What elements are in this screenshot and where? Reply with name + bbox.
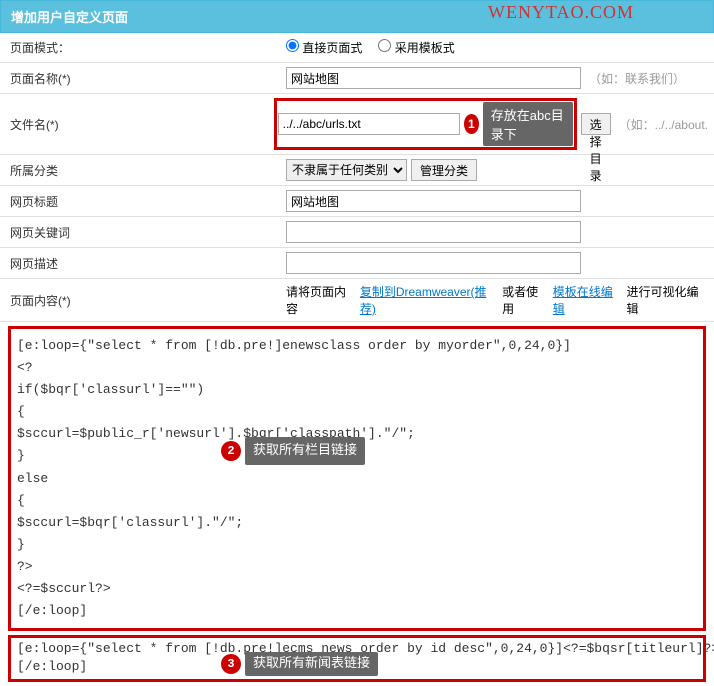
callout-3-num: 3 bbox=[221, 654, 241, 674]
label-title: 网页标题 bbox=[0, 189, 280, 214]
label-keywords: 网页关键词 bbox=[0, 220, 280, 245]
row-keywords: 网页关键词 bbox=[0, 217, 714, 248]
label-filename: 文件名(*) bbox=[0, 112, 268, 137]
row-title: 网页标题 bbox=[0, 186, 714, 217]
callout-1-text: 存放在abc目录下 bbox=[483, 102, 573, 146]
callout-1-num: 1 bbox=[464, 114, 479, 134]
content-text-1: 请将页面内容 bbox=[286, 283, 356, 317]
input-filename[interactable] bbox=[278, 113, 460, 135]
btn-manage-category[interactable]: 管理分类 bbox=[411, 159, 477, 181]
content-text-3: 进行可视化编辑 bbox=[627, 283, 708, 317]
code-block-2[interactable]: [e:loop={"select * from [!db.pre!]ecms_n… bbox=[8, 635, 706, 681]
row-page-mode: 页面模式： 直接页面式 采用模板式 bbox=[0, 33, 714, 63]
btn-choose-dir[interactable]: 选择目录 bbox=[581, 113, 611, 135]
input-page-name[interactable] bbox=[286, 67, 581, 89]
row-content: 页面内容(*) 请将页面内容复制到Dreamweaver(推荐)或者使用模板在线… bbox=[0, 279, 714, 322]
label-desc: 网页描述 bbox=[0, 251, 280, 276]
watermark-text: WENYTAO.COM bbox=[488, 2, 634, 23]
radio-template[interactable] bbox=[378, 39, 391, 52]
input-desc[interactable] bbox=[286, 252, 581, 274]
hint-page-name: （如：联系我们） bbox=[589, 70, 685, 87]
row-filename: 文件名(*) 1 存放在abc目录下 选择目录 （如：../../about. bbox=[0, 94, 714, 155]
input-keywords[interactable] bbox=[286, 221, 581, 243]
radio-direct[interactable] bbox=[286, 39, 299, 52]
radio-template-label[interactable]: 采用模板式 bbox=[378, 39, 454, 56]
label-content: 页面内容(*) bbox=[0, 288, 280, 313]
row-desc: 网页描述 bbox=[0, 248, 714, 279]
row-page-name: 页面名称(*) （如：联系我们） bbox=[0, 63, 714, 94]
code-block-1[interactable]: [e:loop={"select * from [!db.pre!]enewsc… bbox=[8, 326, 706, 631]
label-category: 所属分类 bbox=[0, 158, 280, 183]
select-category[interactable]: 不隶属于任何类别 bbox=[286, 159, 407, 181]
row-category: 所属分类 不隶属于任何类别 管理分类 bbox=[0, 155, 714, 186]
link-dreamweaver[interactable]: 复制到Dreamweaver(推荐) bbox=[360, 283, 498, 317]
radio-direct-label[interactable]: 直接页面式 bbox=[286, 39, 362, 56]
input-title[interactable] bbox=[286, 190, 581, 212]
callout-2-text: 获取所有栏目链接 bbox=[245, 437, 365, 465]
label-page-mode: 页面模式： bbox=[0, 35, 280, 60]
label-page-name: 页面名称(*) bbox=[0, 66, 280, 91]
callout-2-num: 2 bbox=[221, 441, 241, 461]
callout-3-text: 获取所有新闻表链接 bbox=[245, 652, 378, 676]
link-online-edit[interactable]: 模板在线编辑 bbox=[553, 283, 623, 317]
hint-filename: （如：../../about. bbox=[619, 116, 708, 133]
content-text-2: 或者使用 bbox=[502, 283, 549, 317]
